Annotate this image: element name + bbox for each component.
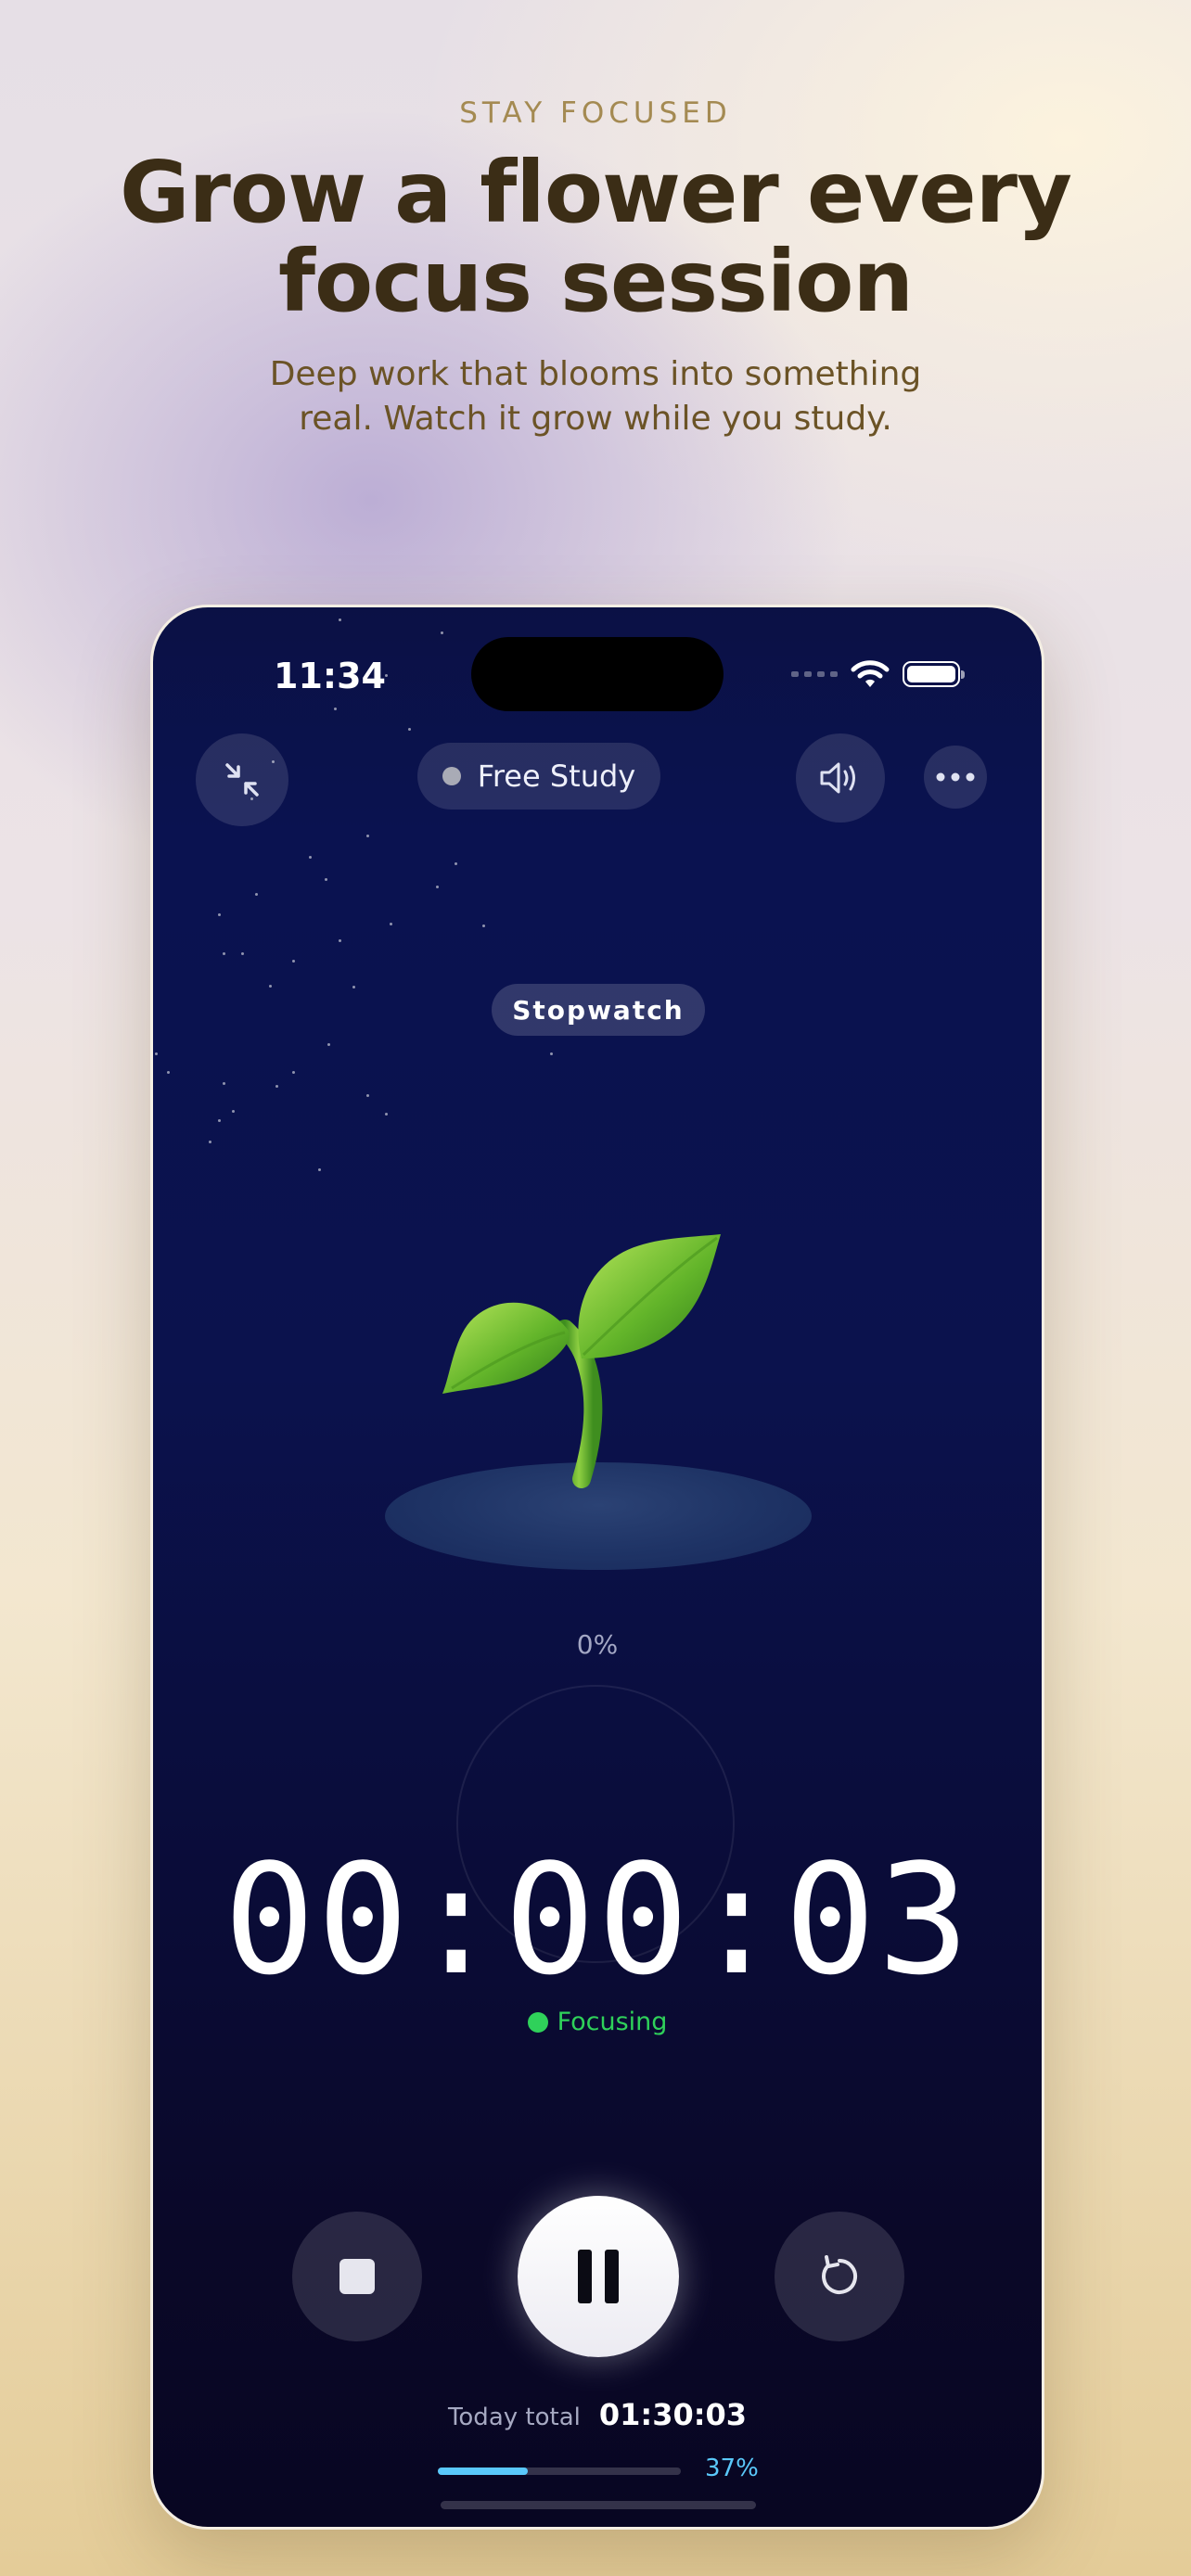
today-total-label: Today total [447, 2404, 581, 2431]
study-mode-label: Free Study [477, 759, 636, 794]
headline-line-1: Grow a flower every [120, 143, 1072, 242]
reset-icon [822, 2255, 858, 2294]
status-indicators [791, 657, 965, 691]
speaker-icon [820, 762, 855, 794]
subtitle-line-1: Deep work that blooms into something [269, 355, 922, 393]
timer-display: 00:00:03 [224, 1831, 971, 2009]
home-indicator[interactable] [441, 2501, 756, 2509]
study-mode-selector[interactable]: Free Study [417, 743, 660, 810]
eyebrow-text: STAY FOCUSED [459, 96, 732, 130]
today-total-value: 01:30:03 [598, 2397, 748, 2432]
seedling-icon [442, 1234, 721, 1488]
status-dot [527, 2011, 548, 2033]
phone-screen: 11:34 Free Study Stopwatch 0% 00:00:03 F… [150, 605, 1044, 2530]
today-total: Today total 01:30:03 [153, 2397, 1042, 2432]
cellular-signal-icon [791, 671, 838, 677]
stop-icon [339, 2259, 375, 2294]
sound-button[interactable] [796, 733, 885, 823]
ellipsis-icon [936, 772, 975, 782]
focus-status-label: Focusing [557, 2008, 668, 2036]
pause-icon [578, 2250, 619, 2303]
reset-button[interactable] [775, 2212, 904, 2341]
collapse-arrows-icon [225, 763, 259, 797]
headline: Grow a flower every focus session [93, 148, 1098, 326]
stop-button[interactable] [292, 2212, 422, 2341]
mode-color-dot [442, 767, 461, 785]
growth-percent: 0% [576, 1629, 619, 1660]
subtitle-line-2: real. Watch it grow while you study. [299, 400, 892, 438]
daily-progress-percent: 37% [705, 2455, 759, 2482]
wifi-icon [851, 660, 890, 687]
timer-mode-chip[interactable]: Stopwatch [492, 984, 705, 1036]
focus-status: Focusing [153, 2008, 1042, 2036]
pause-button[interactable] [518, 2196, 679, 2357]
headline-line-2: focus session [278, 232, 914, 331]
status-time: 11:34 [274, 656, 386, 696]
dynamic-island [471, 637, 724, 711]
collapse-button[interactable] [196, 733, 288, 826]
subtitle: Deep work that blooms into something rea… [213, 352, 978, 441]
more-button[interactable] [924, 746, 987, 809]
battery-icon [903, 661, 965, 687]
daily-progress-fill [438, 2468, 528, 2475]
daily-progress-bar [438, 2468, 681, 2475]
